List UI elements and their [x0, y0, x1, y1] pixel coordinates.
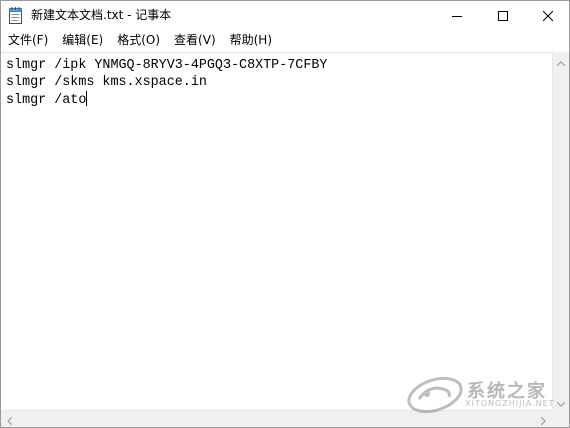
- chevron-left-icon: [7, 410, 13, 428]
- text-editor[interactable]: slmgr /ipk YNMGQ-8RYV3-4PGQ3-C8XTP-7CFBY…: [1, 52, 552, 411]
- minimize-icon: [452, 6, 462, 25]
- menu-view[interactable]: 查看(V): [167, 30, 223, 51]
- editor-line-text: slmgr /skms kms.xspace.in: [6, 75, 207, 90]
- editor-line-2: slmgr /skms kms.xspace.in: [6, 74, 207, 91]
- menu-file[interactable]: 文件(F): [1, 30, 55, 51]
- close-button[interactable]: [526, 1, 569, 30]
- editor-line-text: slmgr /ato: [6, 93, 87, 108]
- scroll-left-button[interactable]: [1, 411, 18, 427]
- window-title: 新建文本文档.txt - 记事本: [31, 8, 172, 22]
- menu-format[interactable]: 格式(O): [110, 30, 167, 51]
- chevron-down-icon: [556, 392, 566, 411]
- text-caret: [86, 91, 88, 106]
- watermark: 系统之家 XITONGZHIJIA.NET: [405, 376, 555, 414]
- editor-line-3: slmgr /ato: [6, 91, 88, 109]
- menu-edit[interactable]: 编辑(E): [55, 30, 110, 51]
- chevron-up-icon: [556, 51, 566, 70]
- notepad-icon: [9, 7, 23, 24]
- scroll-up-button[interactable]: [553, 52, 569, 69]
- scroll-right-button[interactable]: [535, 411, 552, 427]
- watermark-sub: XITONGZHIJIA.NET: [465, 399, 555, 408]
- maximize-icon: [498, 6, 508, 25]
- menu-help[interactable]: 帮助(H): [223, 30, 279, 51]
- minimize-button[interactable]: [434, 1, 480, 30]
- editor-line-1: slmgr /ipk YNMGQ-8RYV3-4PGQ3-C8XTP-7CFBY: [6, 57, 327, 74]
- maximize-button[interactable]: [480, 1, 526, 30]
- watermark-logo-icon: [405, 376, 463, 417]
- title-bar[interactable]: 新建文本文档.txt - 记事本: [1, 1, 569, 30]
- vertical-scrollbar[interactable]: [552, 52, 569, 410]
- menu-bar: 文件(F) 编辑(E) 格式(O) 查看(V) 帮助(H): [1, 30, 569, 51]
- notepad-window: 新建文本文档.txt - 记事本 文件(F) 编辑(E) 格式(O) 查看(V)…: [0, 0, 570, 428]
- editor-line-text: slmgr /ipk YNMGQ-8RYV3-4PGQ3-C8XTP-7CFBY: [6, 58, 328, 73]
- scroll-down-button[interactable]: [553, 393, 569, 410]
- close-icon: [542, 6, 553, 25]
